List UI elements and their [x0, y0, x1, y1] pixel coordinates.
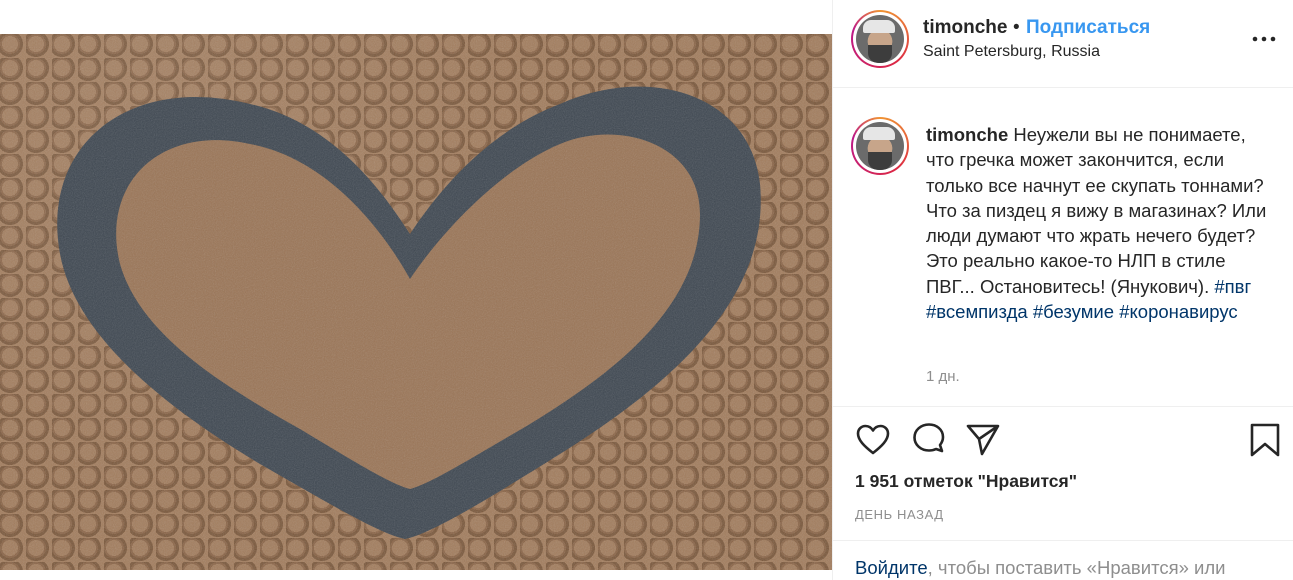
more-options-icon[interactable] — [1251, 30, 1277, 48]
caption-body: Неужели вы не понимаете, что гречка може… — [926, 124, 1267, 297]
login-link[interactable]: Войдите — [855, 557, 928, 578]
caption-username[interactable]: timonche — [926, 124, 1008, 145]
action-bar — [833, 407, 1293, 477]
caption-comment: timonche Неужели вы не понимаете, что гр… — [833, 89, 1293, 407]
caption-avatar[interactable] — [851, 117, 909, 175]
post-header: timonche • Подписаться Saint Petersburg,… — [833, 0, 1293, 88]
heart-icon[interactable] — [855, 422, 891, 458]
separator-dot: • — [1013, 17, 1020, 38]
caption-text: timonche Неужели вы не понимаете, что гр… — [926, 122, 1271, 324]
hashtag-link[interactable]: #пвг — [1214, 276, 1251, 297]
login-prompt-rest: , чтобы поставить «Нравится» или — [927, 557, 1226, 578]
bookmark-icon[interactable] — [1247, 422, 1283, 458]
share-icon[interactable] — [965, 422, 1001, 458]
likes-count[interactable]: 1 951 отметок "Нравится" — [855, 471, 1077, 492]
username-link[interactable]: timonche — [923, 17, 1007, 39]
login-prompt-text: Войдите, чтобы поставить «Нравится» или — [855, 557, 1226, 579]
photo-pane — [0, 0, 832, 580]
login-prompt: Войдите, чтобы поставить «Нравится» или — [833, 540, 1293, 580]
comment-icon[interactable] — [911, 422, 947, 458]
heart-shape — [0, 34, 832, 570]
location-link[interactable]: Saint Petersburg, Russia — [923, 43, 1100, 61]
post-image[interactable] — [0, 34, 832, 570]
posted-ago[interactable]: ДЕНЬ НАЗАД — [855, 507, 944, 522]
avatar[interactable] — [851, 10, 909, 68]
hashtag-link[interactable]: #всемпизда — [926, 301, 1028, 322]
hashtag-link[interactable]: #безумие — [1033, 301, 1114, 322]
caption-timestamp[interactable]: 1 дн. — [926, 368, 960, 385]
hashtag-link[interactable]: #коронавирус — [1119, 301, 1238, 322]
post-sidebar: timonche • Подписаться Saint Petersburg,… — [832, 0, 1293, 580]
follow-button[interactable]: Подписаться — [1026, 17, 1150, 39]
